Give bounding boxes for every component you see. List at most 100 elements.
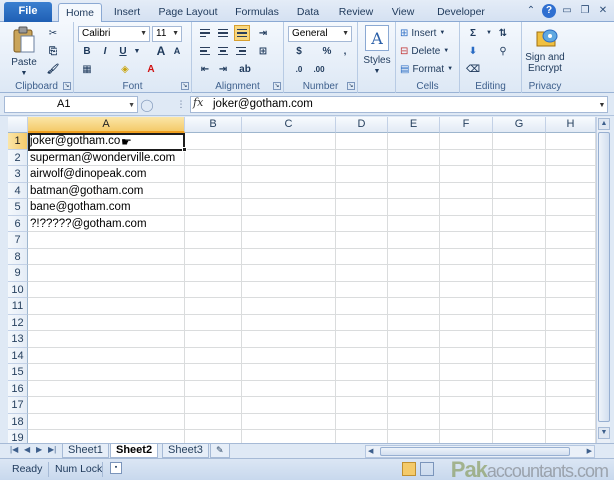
tab-view[interactable]: View (384, 3, 422, 22)
scroll-left-icon[interactable]: ◀ (368, 447, 373, 455)
cell-a5[interactable]: bane@gotham.com (30, 199, 131, 216)
align-right-icon[interactable] (234, 44, 248, 58)
sheet-tab-1[interactable]: Sheet1 (62, 444, 109, 458)
help-icon[interactable]: ? (542, 4, 556, 18)
italic-button[interactable]: I (98, 44, 112, 58)
autosum-button[interactable]: Σ (466, 26, 480, 40)
find-select-icon[interactable]: ⚲ (496, 44, 510, 58)
column-header-h[interactable]: H (546, 117, 596, 133)
comma-button[interactable]: , (338, 44, 352, 58)
merge-center-icon[interactable]: ⊞ (256, 44, 270, 58)
borders-icon[interactable]: ▦ (80, 62, 94, 76)
row-header-8[interactable]: 8 (8, 248, 28, 265)
row-header-13[interactable]: 13 (8, 331, 28, 348)
sign-encrypt-line1[interactable]: Sign and (522, 52, 568, 63)
column-header-d[interactable]: D (336, 117, 388, 133)
sign-encrypt-icon[interactable] (534, 25, 560, 49)
scroll-up-icon[interactable]: ▲ (598, 118, 610, 130)
column-header-a[interactable]: A (28, 117, 185, 133)
copy-icon[interactable]: ⎘ (46, 44, 60, 58)
bold-button[interactable]: B (80, 44, 94, 58)
fill-handle[interactable] (182, 147, 187, 152)
row-header-14[interactable]: 14 (8, 347, 28, 364)
cell-a6[interactable]: ?!?????@gotham.com (30, 216, 147, 233)
increase-decimal-icon[interactable]: .0 (292, 62, 306, 76)
select-all-corner[interactable] (8, 117, 28, 133)
page-layout-view-icon[interactable] (420, 462, 434, 476)
scroll-down-icon[interactable]: ▼ (598, 427, 610, 439)
align-center-icon[interactable] (216, 44, 230, 58)
font-color-icon[interactable]: A (144, 62, 158, 76)
format-painter-icon[interactable]: 🖌 (46, 62, 60, 76)
currency-button[interactable]: $ (292, 44, 306, 58)
insert-function-button[interactable]: fx (193, 96, 203, 109)
sign-encrypt-line2[interactable]: Encrypt (522, 63, 568, 74)
tab-formulas[interactable]: Formulas (228, 3, 286, 22)
wrap-text-icon[interactable]: ⇥ (256, 26, 270, 40)
row-header-10[interactable]: 10 (8, 281, 28, 298)
row-header-6[interactable]: 6 (8, 215, 28, 232)
fill-icon[interactable]: ⬇ (466, 44, 480, 58)
percent-button[interactable]: % (320, 44, 334, 58)
macro-record-icon[interactable]: ▪ (110, 462, 122, 474)
formula-bar-grip-icon[interactable]: ⋮ (176, 99, 186, 109)
styles-icon[interactable]: A (365, 25, 389, 51)
delete-cells-button[interactable]: ⊟ Delete ▼ (400, 44, 458, 58)
row-header-5[interactable]: 5 (8, 199, 28, 216)
sheet-tab-3[interactable]: Sheet3 (162, 444, 209, 458)
worksheet-grid[interactable]: A B C D E F G H 1 2 3 4 5 6 7 8 9 10 11 12 13 14 15 16 17 18 19 jok… (8, 117, 596, 443)
tab-file[interactable]: File (4, 2, 52, 22)
fill-color-icon[interactable]: ◈ (118, 62, 132, 76)
styles-dropdown-icon[interactable]: ▼ (358, 66, 396, 76)
horizontal-scroll-thumb[interactable] (380, 447, 570, 456)
decrease-indent-icon[interactable]: ⇤ (198, 62, 212, 76)
column-header-b[interactable]: B (185, 117, 242, 133)
row-header-1[interactable]: 1 (8, 133, 28, 150)
name-box[interactable]: A1 ▼ (4, 96, 138, 113)
normal-view-icon[interactable] (402, 462, 416, 476)
vertical-scrollbar[interactable]: ▲ ▼ (596, 117, 610, 443)
row-header-7[interactable]: 7 (8, 232, 28, 249)
tab-review[interactable]: Review (334, 3, 378, 22)
tab-data[interactable]: Data (290, 3, 326, 22)
align-bottom-icon[interactable] (234, 25, 250, 41)
column-header-c[interactable]: C (242, 117, 336, 133)
underline-dropdown-icon[interactable]: ▼ (130, 44, 144, 58)
row-header-18[interactable]: 18 (8, 413, 28, 430)
scroll-right-icon[interactable]: ▶ (587, 447, 592, 455)
format-cells-button[interactable]: ▤ Format ▼ (400, 62, 458, 76)
alignment-launcher-icon[interactable]: ↘ (273, 82, 281, 90)
tab-page-layout[interactable]: Page Layout (152, 3, 224, 22)
cell-a2[interactable]: superman@wonderville.com (30, 150, 175, 167)
font-size-box[interactable]: 11 ▼ (152, 26, 182, 42)
row-header-16[interactable]: 16 (8, 380, 28, 397)
sheet-tab-2[interactable]: Sheet2 (110, 444, 159, 458)
font-name-box[interactable]: Calibri ▼ (78, 26, 150, 42)
cut-icon[interactable]: ✂ (46, 26, 60, 40)
cell-a3[interactable]: airwolf@dinopeak.com (30, 166, 147, 183)
row-header-11[interactable]: 11 (8, 298, 28, 315)
paste-icon[interactable] (10, 25, 38, 55)
number-launcher-icon[interactable]: ↘ (347, 82, 355, 90)
paste-button[interactable]: Paste (8, 56, 40, 68)
tab-home[interactable]: Home (58, 3, 102, 23)
insert-sheet-icon[interactable]: ✎ (210, 444, 230, 458)
underline-button[interactable]: U (116, 44, 130, 58)
autosum-dropdown-icon[interactable]: ▼ (482, 26, 496, 40)
number-format-box[interactable]: General ▼ (288, 26, 352, 42)
minimize-icon[interactable]: ▭ (560, 4, 574, 18)
row-header-15[interactable]: 15 (8, 364, 28, 381)
increase-font-icon[interactable]: A (154, 44, 168, 58)
cancel-formula-icon[interactable]: ◯ (140, 98, 154, 112)
row-header-17[interactable]: 17 (8, 397, 28, 414)
tab-developer[interactable]: Developer (430, 3, 492, 22)
close-icon[interactable]: ✕ (596, 4, 610, 18)
column-header-g[interactable]: G (493, 117, 546, 133)
vertical-scroll-thumb[interactable] (598, 132, 610, 422)
row-header-12[interactable]: 12 (8, 314, 28, 331)
insert-cells-button[interactable]: ⊞ Insert ▼ (400, 26, 458, 40)
styles-button[interactable]: Styles (358, 54, 396, 66)
row-header-9[interactable]: 9 (8, 265, 28, 282)
row-header-4[interactable]: 4 (8, 182, 28, 199)
paste-dropdown-icon[interactable]: ▼ (9, 68, 39, 78)
